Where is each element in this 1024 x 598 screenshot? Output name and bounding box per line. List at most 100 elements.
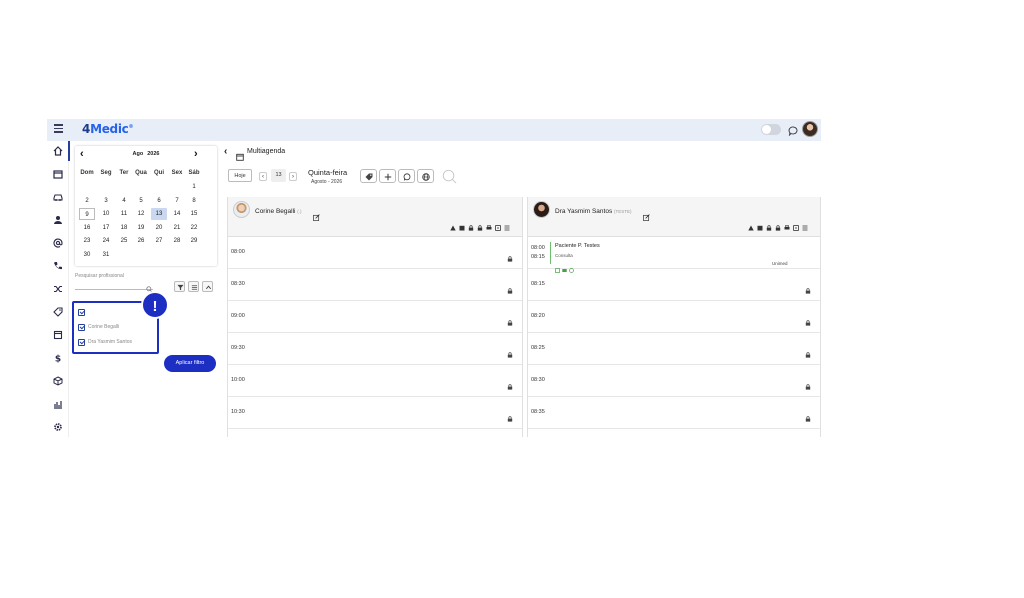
calendar-day[interactable]: 23 bbox=[79, 235, 95, 247]
lock-icon[interactable] bbox=[477, 225, 483, 231]
time-slot[interactable]: 09:00 bbox=[228, 301, 522, 333]
gear-icon[interactable] bbox=[53, 422, 63, 432]
collapse-button[interactable] bbox=[202, 281, 213, 292]
document-icon[interactable] bbox=[53, 330, 63, 340]
time-slot[interactable]: 08:30 bbox=[228, 269, 522, 301]
dollar-icon[interactable]: $ bbox=[53, 353, 63, 364]
calendar-day[interactable]: 16 bbox=[79, 222, 95, 234]
professional-search-field[interactable]: Pesquisar profissional bbox=[75, 273, 155, 290]
professional-item-corine[interactable]: Corine Begalli bbox=[78, 322, 119, 332]
calendar-day[interactable]: 29 bbox=[186, 235, 202, 247]
export-icon[interactable] bbox=[793, 225, 799, 231]
lock-icon[interactable] bbox=[507, 313, 513, 326]
edit-icon[interactable] bbox=[313, 208, 320, 221]
filter-button[interactable] bbox=[174, 281, 185, 292]
appointment-patient[interactable]: Paciente P. Testes bbox=[555, 243, 600, 249]
lock-icon[interactable] bbox=[805, 377, 811, 390]
search-icon[interactable] bbox=[442, 169, 457, 184]
calendar-icon[interactable] bbox=[757, 225, 763, 231]
lock-icon[interactable] bbox=[507, 281, 513, 294]
calendar-next-button[interactable]: › bbox=[194, 148, 198, 160]
warning-icon[interactable] bbox=[450, 225, 456, 231]
lock-icon[interactable] bbox=[805, 345, 811, 358]
checkbox[interactable] bbox=[78, 338, 85, 346]
print-icon[interactable] bbox=[486, 225, 492, 231]
time-slot[interactable]: 08:35 bbox=[528, 397, 820, 429]
calendar-day[interactable]: 14 bbox=[169, 208, 185, 220]
calendar-day[interactable]: 20 bbox=[151, 222, 167, 234]
calendar-day[interactable]: 31 bbox=[98, 249, 114, 261]
calendar-day[interactable]: 11 bbox=[116, 208, 132, 220]
list-view-button[interactable] bbox=[188, 281, 199, 292]
calendar-day[interactable]: 22 bbox=[186, 222, 202, 234]
calendar-day[interactable]: 30 bbox=[79, 249, 95, 261]
lock-icon[interactable] bbox=[805, 313, 811, 326]
user-avatar[interactable] bbox=[802, 121, 818, 137]
time-slot[interactable]: 09:30 bbox=[228, 333, 522, 365]
lock-icon[interactable] bbox=[805, 409, 811, 422]
theme-toggle[interactable] bbox=[761, 124, 781, 135]
time-slot[interactable]: 10:00 bbox=[228, 365, 522, 397]
calendar-day[interactable]: 13 bbox=[151, 208, 167, 220]
calendar-day[interactable]: 21 bbox=[169, 222, 185, 234]
calendar-day[interactable]: 24 bbox=[98, 235, 114, 247]
lock-icon[interactable] bbox=[468, 225, 474, 231]
calendar-day[interactable]: 4 bbox=[116, 195, 132, 207]
warning-icon[interactable] bbox=[748, 225, 754, 231]
print-icon[interactable] bbox=[784, 225, 790, 231]
lock-icon[interactable] bbox=[507, 249, 513, 262]
calendar-day[interactable]: 9 bbox=[79, 208, 95, 220]
calendar-day[interactable]: 3 bbox=[98, 195, 114, 207]
at-sign-icon[interactable] bbox=[53, 238, 63, 248]
calendar-day[interactable]: 15 bbox=[186, 208, 202, 220]
calendar-icon[interactable] bbox=[459, 225, 465, 231]
calendar-day[interactable]: 10 bbox=[98, 208, 114, 220]
calendar-day[interactable]: 26 bbox=[133, 235, 149, 247]
user-icon[interactable] bbox=[53, 215, 63, 225]
email-icon[interactable] bbox=[562, 260, 567, 272]
lock-icon[interactable] bbox=[766, 225, 772, 231]
lock-icon[interactable] bbox=[507, 409, 513, 422]
lock-icon[interactable] bbox=[775, 225, 781, 231]
lock-icon[interactable] bbox=[507, 377, 513, 390]
edit-icon[interactable] bbox=[643, 208, 650, 221]
time-slot[interactable]: 08:15 bbox=[528, 269, 820, 301]
lock-icon[interactable] bbox=[805, 281, 811, 294]
calendar-day[interactable]: 17 bbox=[98, 222, 114, 234]
whatsapp-button[interactable] bbox=[398, 169, 415, 183]
calendar-day[interactable]: 6 bbox=[151, 195, 167, 207]
back-button[interactable]: ‹ bbox=[224, 146, 227, 157]
calendar-day[interactable]: 7 bbox=[169, 195, 185, 207]
calendar-day[interactable]: 25 bbox=[116, 235, 132, 247]
search-icon[interactable] bbox=[146, 280, 153, 293]
shuffle-icon[interactable] bbox=[53, 284, 63, 294]
calendar-icon[interactable] bbox=[53, 169, 63, 179]
calendar-day[interactable]: 19 bbox=[133, 222, 149, 234]
calendar-day[interactable]: 28 bbox=[169, 235, 185, 247]
professional-item-yasmim[interactable]: Dra Yasmim Santos bbox=[78, 337, 132, 347]
calendar-day[interactable]: 18 bbox=[116, 222, 132, 234]
time-slot[interactable]: 08:30 bbox=[528, 365, 820, 397]
calendar-day[interactable]: 27 bbox=[151, 235, 167, 247]
professional-item-all[interactable] bbox=[78, 307, 88, 317]
time-slot[interactable]: 08:00 bbox=[228, 237, 522, 269]
calendar-day[interactable]: 1 bbox=[186, 181, 202, 193]
tag-icon[interactable] bbox=[53, 307, 63, 317]
car-icon[interactable] bbox=[53, 192, 63, 202]
today-button[interactable]: Hoje bbox=[228, 169, 252, 182]
time-slot[interactable]: 08:25 bbox=[528, 333, 820, 365]
app-logo[interactable]: 4Medic® bbox=[82, 122, 133, 136]
current-day[interactable]: 13 bbox=[271, 169, 286, 182]
next-day-button[interactable]: › bbox=[289, 172, 297, 181]
appointment-card[interactable]: 08:00 08:15 Paciente P. Testes Consulta U… bbox=[528, 237, 820, 273]
calendar-day[interactable]: 8 bbox=[186, 195, 202, 207]
calendar-day[interactable]: 5 bbox=[133, 195, 149, 207]
chat-icon[interactable] bbox=[788, 123, 798, 137]
list-icon[interactable] bbox=[504, 225, 510, 231]
whatsapp-icon[interactable] bbox=[569, 260, 574, 273]
globe-button[interactable] bbox=[417, 169, 434, 183]
phone-icon[interactable] bbox=[53, 261, 63, 271]
export-icon[interactable] bbox=[495, 225, 501, 231]
checkbox[interactable] bbox=[78, 308, 85, 316]
calendar-day[interactable]: 2 bbox=[79, 195, 95, 207]
